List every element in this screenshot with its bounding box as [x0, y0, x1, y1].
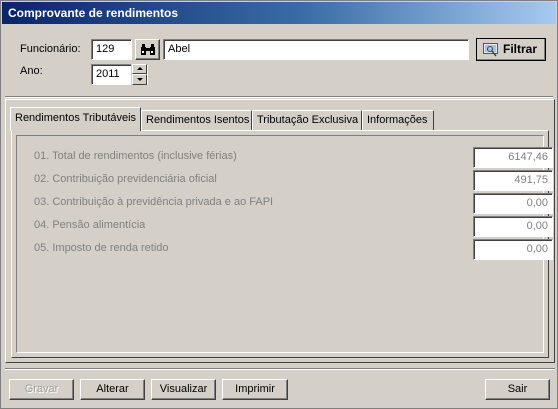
- row-label-previdencia-privada: 03. Contribuição à previdência privada e…: [34, 196, 274, 208]
- ano-label: Ano:: [20, 65, 43, 77]
- filter-panel: Funcionário: 129 Abel Filtrar Ano: 2011: [7, 31, 553, 91]
- filter-screen-icon: [483, 43, 499, 63]
- search-employee-button[interactable]: [135, 39, 160, 60]
- window-title: Comprovante de rendimentos: [2, 2, 556, 24]
- tab-container: Rendimentos Tributáveis Rendimentos Isen…: [5, 99, 555, 363]
- row-label-pensao-alimenticia: 04. Pensão alimentícia: [34, 219, 146, 231]
- tab-rendimentos-tributaveis[interactable]: Rendimentos Tributáveis: [10, 107, 141, 131]
- ano-value: 2011: [96, 68, 120, 80]
- filter-button-label: Filtrar: [502, 42, 537, 56]
- filter-button[interactable]: Filtrar: [476, 38, 546, 61]
- value-contribuicao-previdenciaria[interactable]: 491,75: [473, 170, 553, 191]
- visualizar-button[interactable]: Visualizar: [151, 379, 216, 400]
- tab-rendimentos-isentos[interactable]: Rendimentos Isentos: [141, 110, 252, 130]
- sair-button[interactable]: Sair: [485, 379, 550, 400]
- window: Comprovante de rendimentos Funcionário: …: [0, 0, 558, 409]
- spin-down-button[interactable]: [132, 74, 147, 85]
- value-previdencia-privada[interactable]: 0,00: [473, 193, 553, 214]
- value-imposto-retido[interactable]: 0,00: [473, 239, 553, 260]
- alterar-button[interactable]: Alterar: [80, 379, 145, 400]
- row-label-contribuicao-previdenciaria: 02. Contribuição previdenciária oficial: [34, 173, 217, 185]
- value-pensao-alimenticia[interactable]: 0,00: [473, 216, 553, 237]
- gravar-button[interactable]: Gravar: [9, 379, 74, 400]
- tab-tributacao-exclusiva[interactable]: Tributação Exclusiva: [252, 110, 362, 130]
- row-label-imposto-retido: 05. Imposto de renda retido: [34, 242, 169, 254]
- spin-up-button[interactable]: [132, 64, 147, 74]
- binoculars-icon: [140, 43, 156, 59]
- funcionario-name-field[interactable]: Abel: [163, 39, 469, 60]
- rows-panel: 01. Total de rendimentos (inclusive féri…: [16, 135, 553, 353]
- row-label-total-rendimentos: 01. Total de rendimentos (inclusive féri…: [34, 150, 237, 162]
- tab-page: 01. Total de rendimentos (inclusive féri…: [11, 130, 553, 358]
- header-divider: [5, 96, 553, 98]
- imprimir-button[interactable]: Imprimir: [222, 379, 288, 400]
- tab-informacoes[interactable]: Informações: [362, 110, 434, 130]
- funcionario-code-field[interactable]: 129: [91, 39, 132, 60]
- arrow-up-icon: [137, 67, 143, 70]
- ano-spinner[interactable]: [131, 64, 147, 85]
- funcionario-label: Funcionário:: [20, 43, 81, 55]
- arrow-down-icon: [137, 78, 143, 81]
- value-total-rendimentos[interactable]: 6147,46: [473, 147, 553, 168]
